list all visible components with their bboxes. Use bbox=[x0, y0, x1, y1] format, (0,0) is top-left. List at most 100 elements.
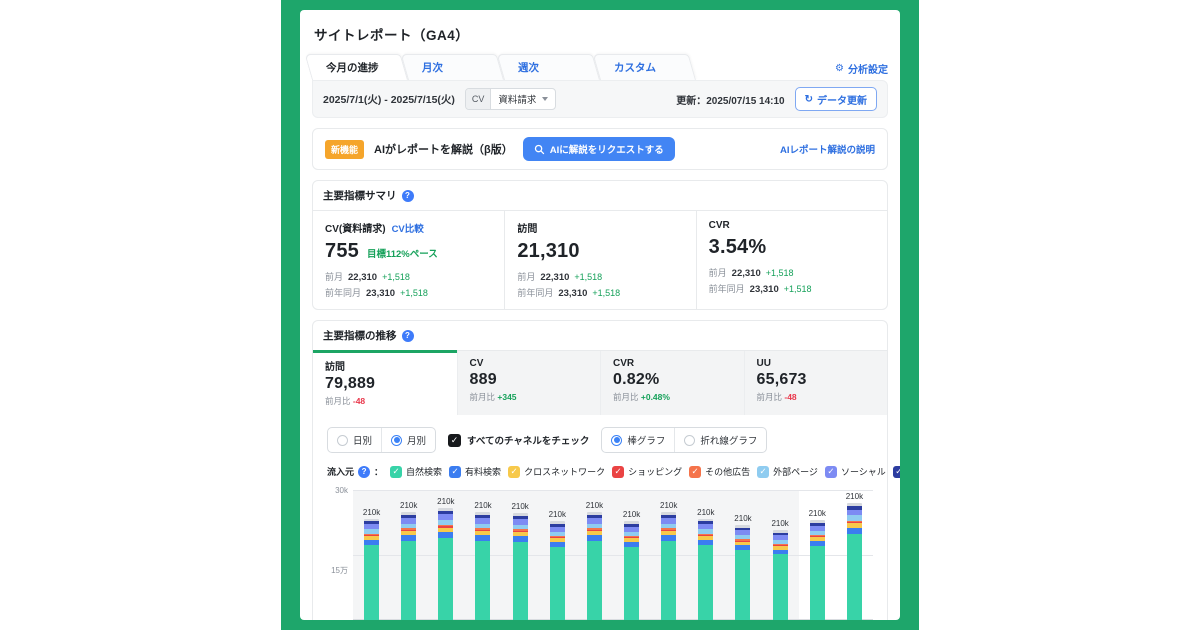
data-refresh-button[interactable]: ↻ データ更新 bbox=[795, 87, 877, 111]
metric-tabs: 訪問79,889前月比 -48CV889前月比 +345CVR0.82%前月比 … bbox=[313, 350, 887, 415]
bar-value-label: 210k bbox=[809, 509, 826, 518]
all-channels-checkbox[interactable]: ✓ すべてのチャネルをチェック bbox=[448, 433, 589, 447]
report-tab-2[interactable]: 週次 bbox=[504, 54, 600, 80]
legend-item-5[interactable]: ✓外部ページ bbox=[757, 465, 818, 478]
chart-controls: 日別月別 ✓ すべてのチャネルをチェック 棒グラフ折れ線グラフ bbox=[313, 415, 887, 457]
metric-tab-delta-row: 前月比 -48 bbox=[757, 391, 876, 403]
stacked-bar-2月[interactable] bbox=[661, 512, 676, 620]
legend-item-1[interactable]: ✓有料検索 bbox=[449, 465, 501, 478]
cv-select-dropdown[interactable]: CV 資料請求 bbox=[465, 88, 557, 110]
comparison-label: 前月 bbox=[325, 270, 343, 283]
comparison-label: 前年同月 bbox=[709, 282, 745, 295]
metric-tab-3[interactable]: UU65,673前月比 -48 bbox=[744, 351, 888, 415]
radio-icon bbox=[684, 435, 695, 446]
report-tab-label: 月次 bbox=[422, 60, 443, 75]
comparison-delta: +1,518 bbox=[382, 272, 410, 282]
comparison-row: 前年同月23,310+1,518 bbox=[325, 286, 492, 299]
legend-item-6[interactable]: ✓ソーシャル bbox=[825, 465, 886, 478]
legend-item-7[interactable]: ✓メール/通知 bbox=[893, 465, 900, 478]
bar-column-9: 210k bbox=[687, 490, 724, 620]
help-icon[interactable]: ? bbox=[358, 466, 370, 478]
granularity-option-1[interactable]: 月別 bbox=[381, 428, 435, 452]
delta-value: -48 bbox=[784, 392, 796, 402]
legend-checkbox-icon: ✓ bbox=[689, 466, 701, 478]
metric-tab-value: 79,889 bbox=[325, 375, 445, 393]
stacked-bar-7月[interactable] bbox=[847, 503, 862, 620]
bar-segment-自然検索 bbox=[735, 550, 750, 620]
bar-column-11: 210k bbox=[762, 490, 799, 620]
ai-help-link[interactable]: AIレポート解説の説明 bbox=[780, 142, 875, 156]
summary-card-value: 21,310 bbox=[517, 240, 579, 263]
metric-tab-1[interactable]: CV889前月比 +345 bbox=[457, 351, 601, 415]
help-icon[interactable]: ? bbox=[402, 330, 414, 342]
summary-card-label-row: CVR bbox=[709, 220, 875, 231]
stacked-bar-9月[interactable] bbox=[475, 512, 490, 620]
kpi-summary-section: 主要指標サマリ ? CV(資料請求)CV比較755目標112%ペース前月22,3… bbox=[312, 180, 888, 310]
ai-request-button[interactable]: AIに解説をリクエストする bbox=[523, 137, 675, 161]
summary-card-1: 訪問21,310前月22,310+1,518前年同月23,310+1,518 bbox=[504, 211, 695, 309]
report-tab-3[interactable]: カスタム bbox=[600, 54, 696, 80]
bar-segment-自然検索 bbox=[364, 545, 379, 620]
metric-tab-2[interactable]: CVR0.82%前月比 +0.48% bbox=[600, 351, 744, 415]
cv-selected-value: 資料請求 bbox=[498, 92, 536, 106]
stacked-bar-12月[interactable] bbox=[587, 512, 602, 620]
bar-segment-自然検索 bbox=[401, 541, 416, 620]
stacked-bar-5月[interactable] bbox=[773, 530, 788, 620]
summary-card-value: 3.54% bbox=[709, 236, 767, 259]
refresh-icon: ↻ bbox=[805, 94, 813, 105]
delta-label: 前月比 bbox=[757, 392, 785, 402]
delta-value: -48 bbox=[353, 396, 365, 406]
stacked-bar-4月[interactable] bbox=[735, 525, 750, 620]
legend-item-4[interactable]: ✓その他広告 bbox=[689, 465, 750, 478]
legend-item-2[interactable]: ✓クロスネットワーク bbox=[508, 465, 605, 478]
stacked-bar-6月[interactable] bbox=[810, 520, 825, 620]
comparison-row: 前年同月23,310+1,518 bbox=[709, 282, 875, 295]
chart-type-option-1[interactable]: 折れ線グラフ bbox=[674, 428, 766, 452]
ai-explain-box: 新機能 AIがレポートを解説（β版） AIに解説をリクエストする AIレポート解… bbox=[312, 128, 888, 170]
y-axis: 30k15万0 bbox=[327, 490, 353, 620]
bar-column-10: 210k bbox=[724, 490, 761, 620]
comparison-delta: +1,518 bbox=[400, 288, 428, 298]
bar-column-4: 210k bbox=[502, 490, 539, 620]
legend-separator: ： bbox=[374, 465, 383, 478]
goal-pace-note: 目標112%ペース bbox=[367, 246, 438, 260]
summary-card-value: 755 bbox=[325, 240, 359, 263]
granularity-group: 日別月別 bbox=[327, 427, 436, 453]
help-icon[interactable]: ? bbox=[402, 190, 414, 202]
metric-tab-label: CVR bbox=[613, 358, 732, 369]
metric-tab-delta-row: 前月比 -48 bbox=[325, 395, 445, 407]
report-tab-label: 今月の進捗 bbox=[326, 60, 379, 75]
report-tab-0[interactable]: 今月の進捗 bbox=[312, 54, 408, 80]
report-tab-1[interactable]: 月次 bbox=[408, 54, 504, 80]
legend-checkbox-icon: ✓ bbox=[757, 466, 769, 478]
ai-magnifier-icon bbox=[534, 144, 545, 155]
chart-type-option-0[interactable]: 棒グラフ bbox=[602, 428, 674, 452]
legend-item-3[interactable]: ✓ショッピング bbox=[612, 465, 682, 478]
stacked-bar-7月[interactable] bbox=[401, 512, 416, 620]
summary-card-value-row: 21,310 bbox=[517, 240, 683, 263]
bar-column-1: 210k bbox=[390, 490, 427, 620]
y-tick-label: 30k bbox=[335, 486, 348, 495]
granularity-option-0[interactable]: 日別 bbox=[328, 428, 381, 452]
bar-segment-自然検索 bbox=[438, 538, 453, 620]
cv-compare-link[interactable]: CV比較 bbox=[392, 221, 424, 235]
metric-tab-value: 0.82% bbox=[613, 371, 732, 389]
stacked-bar-1月[interactable] bbox=[624, 521, 639, 620]
last-updated: 更新：2025/07/15 14:10 bbox=[676, 92, 784, 107]
stacked-bar-6月[interactable] bbox=[364, 519, 379, 620]
bar-column-12: 210k bbox=[799, 490, 836, 620]
analysis-settings-link[interactable]: ⚙ 分析設定 bbox=[835, 61, 888, 80]
legend-checkbox-icon: ✓ bbox=[825, 466, 837, 478]
summary-card-value-row: 3.54% bbox=[709, 236, 875, 259]
date-range: 2025/7/1(火) - 2025/7/15(火) bbox=[323, 92, 455, 107]
legend-item-0[interactable]: ✓自然検索 bbox=[390, 465, 442, 478]
metric-tab-0[interactable]: 訪問79,889前月比 -48 bbox=[313, 351, 457, 415]
checkbox-check-icon: ✓ bbox=[448, 434, 461, 447]
bar-value-label: 210k bbox=[623, 510, 640, 519]
stacked-bar-10月[interactable] bbox=[513, 513, 528, 620]
stacked-bar-8月[interactable] bbox=[438, 508, 453, 620]
stacked-bar-3月[interactable] bbox=[698, 519, 713, 620]
bar-value-label: 210k bbox=[771, 519, 788, 528]
analysis-settings-label: 分析設定 bbox=[848, 61, 888, 76]
stacked-bar-11月[interactable] bbox=[550, 521, 565, 620]
